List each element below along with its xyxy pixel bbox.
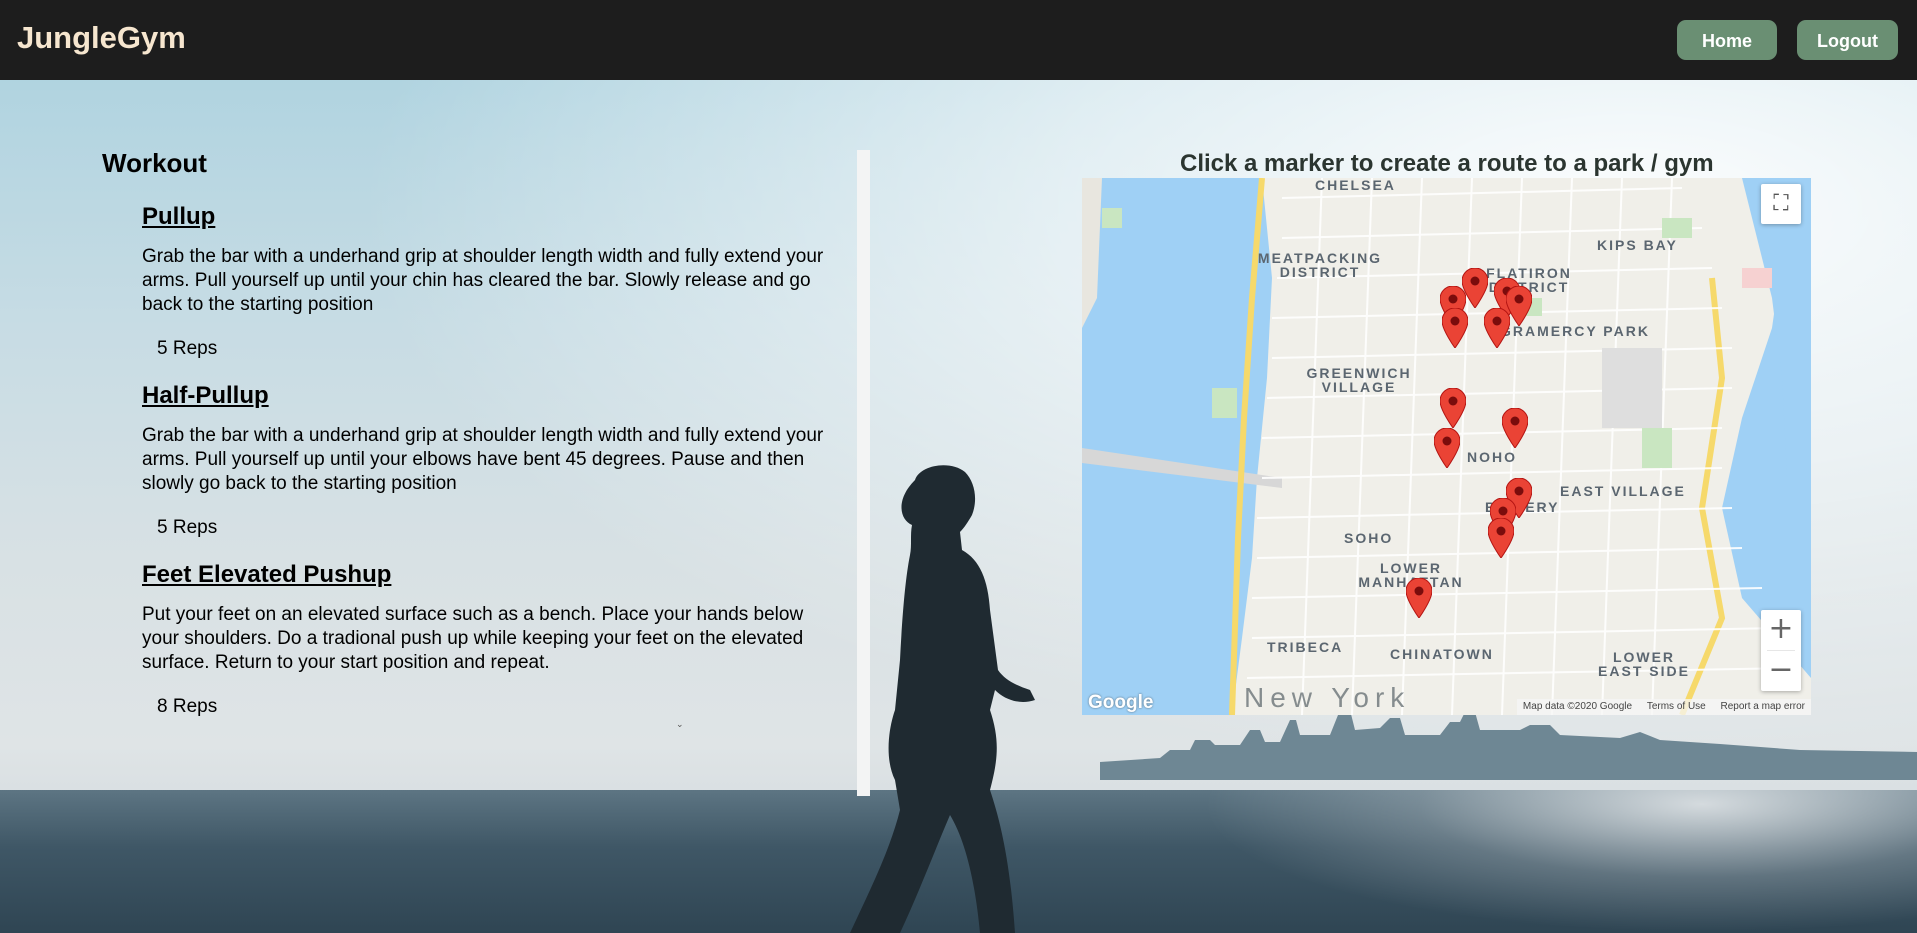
map-data-text: Map data ©2020 Google	[1522, 701, 1633, 712]
zoom-in-button[interactable]: +	[1761, 610, 1801, 650]
map-attribution: Map data ©2020 Google Terms of Use Repor…	[1516, 699, 1811, 715]
map-marker-icon[interactable]	[1440, 388, 1466, 428]
walking-person-image	[850, 465, 1035, 933]
brand-logo[interactable]: JungleGym	[17, 20, 186, 56]
sea-glare	[1200, 790, 1917, 933]
column-divider	[857, 150, 870, 796]
report-error-link[interactable]: Report a map error	[1715, 701, 1811, 712]
map-caption: Click a marker to create a route to a pa…	[1180, 150, 1714, 177]
map-label-soho: SOHO	[1344, 530, 1394, 546]
exercise-reps: 5 Reps	[157, 338, 218, 359]
terms-link[interactable]: Terms of Use	[1641, 701, 1712, 712]
map-label-chinatown: CHINATOWN	[1390, 646, 1494, 662]
map-marker-icon[interactable]	[1488, 518, 1514, 558]
zoom-control: + −	[1761, 610, 1801, 691]
exercise-title[interactable]: Half-Pullup	[142, 382, 269, 410]
map-label-greenwich: GREENWICH VILLAGE	[1306, 365, 1412, 395]
logout-button[interactable]: Logout	[1797, 20, 1898, 60]
map-widget[interactable]: CHELSEA MEATPACKING DISTRICT FLATIRON DI…	[1082, 178, 1811, 715]
map-marker-icon[interactable]	[1434, 428, 1460, 468]
map-label-gramercy: GRAMERCY PARK	[1500, 323, 1650, 339]
map-label-tribeca: TRIBECA	[1267, 639, 1344, 655]
map-marker-icon[interactable]	[1442, 308, 1468, 348]
map-label-noho: NOHO	[1467, 449, 1517, 465]
map-label-east-village: EAST VILLAGE	[1560, 483, 1686, 499]
exercise-reps: 5 Reps	[157, 517, 218, 538]
exercise-reps: 8 Reps	[157, 696, 218, 717]
map-marker-icon[interactable]	[1502, 408, 1528, 448]
exercise-item: Half-Pullup Grab the bar with a underhan…	[142, 382, 842, 539]
workout-heading: Workout	[102, 148, 207, 178]
workout-panel: Workout Pullup Grab the bar with a under…	[102, 148, 842, 718]
google-logo[interactable]: Google	[1088, 692, 1153, 714]
map-city-label: New York	[1244, 682, 1411, 713]
fullscreen-icon[interactable]: ⛶	[1761, 184, 1801, 224]
map-marker-icon[interactable]	[1406, 578, 1432, 618]
exercise-title[interactable]: Pullup	[142, 203, 215, 231]
exercise-item: Feet Elevated Pushup Put your feet on an…	[142, 561, 842, 718]
navbar: JungleGym Home Logout	[0, 0, 1917, 80]
exercise-title[interactable]: Feet Elevated Pushup	[142, 561, 391, 589]
map-label-kips-bay: KIPS BAY	[1597, 237, 1678, 253]
exercise-item: Pullup Grab the bar with a underhand gri…	[142, 203, 842, 360]
chevron-down-icon: ⌄	[676, 720, 684, 730]
home-button[interactable]: Home	[1677, 20, 1777, 60]
zoom-out-button[interactable]: −	[1761, 651, 1801, 691]
map-label-lower-east-side: LOWER EAST SIDE	[1598, 649, 1690, 679]
map-marker-icon[interactable]	[1484, 308, 1510, 348]
exercise-description: Grab the bar with a underhand grip at sh…	[142, 425, 824, 494]
map-label-meatpacking: MEATPACKING DISTRICT	[1257, 250, 1383, 280]
map-label-chelsea: CHELSEA	[1315, 178, 1396, 193]
exercise-description: Put your feet on an elevated surface suc…	[142, 604, 804, 673]
exercise-description: Grab the bar with a underhand grip at sh…	[142, 246, 824, 315]
